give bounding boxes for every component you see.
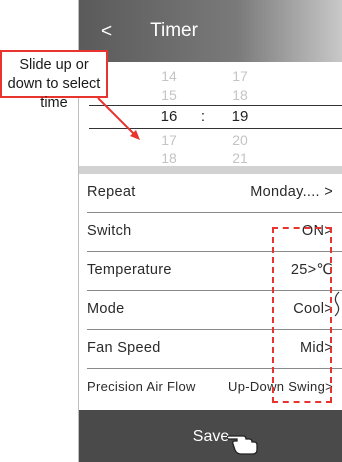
selected-minute[interactable]: 19 <box>217 107 263 127</box>
minute-option[interactable]: 21 <box>217 148 263 168</box>
annotation-arrow-icon <box>97 98 140 140</box>
highlight-box <box>272 227 332 403</box>
picker-row[interactable]: 14 17 <box>79 66 342 86</box>
minute-option[interactable]: 18 <box>217 85 263 105</box>
selected-hour[interactable]: 16 <box>139 107 199 127</box>
page-title: Timer <box>150 20 198 41</box>
repeat-row[interactable]: Repeat Monday.... > <box>79 174 342 213</box>
save-button[interactable]: Save <box>79 410 342 462</box>
minute-option[interactable]: 20 <box>217 130 263 150</box>
time-separator: : <box>200 108 206 125</box>
hour-option[interactable]: 17 <box>139 130 199 150</box>
annotation-callout: Slide up or down to select time <box>0 50 108 111</box>
hour-option[interactable]: 14 <box>139 66 199 86</box>
setting-label: Switch <box>87 223 132 239</box>
hour-option[interactable]: 18 <box>139 148 199 168</box>
setting-label: Temperature <box>87 262 172 278</box>
setting-label: Repeat <box>87 184 136 200</box>
hour-option[interactable]: 15 <box>139 85 199 105</box>
setting-label: Mode <box>87 301 125 317</box>
save-label: Save <box>192 428 230 445</box>
setting-value[interactable]: Monday.... > <box>250 184 333 200</box>
swirl-mark-icon <box>334 291 340 317</box>
pointing-hand-icon <box>227 435 258 455</box>
setting-label: Fan Speed <box>87 340 161 356</box>
setting-label: Precision Air Flow <box>87 379 196 394</box>
minute-option[interactable]: 17 <box>217 66 263 86</box>
picker-row[interactable]: 18 21 <box>79 148 342 168</box>
header-bar: < Timer <box>79 0 342 62</box>
section-divider <box>79 166 342 174</box>
